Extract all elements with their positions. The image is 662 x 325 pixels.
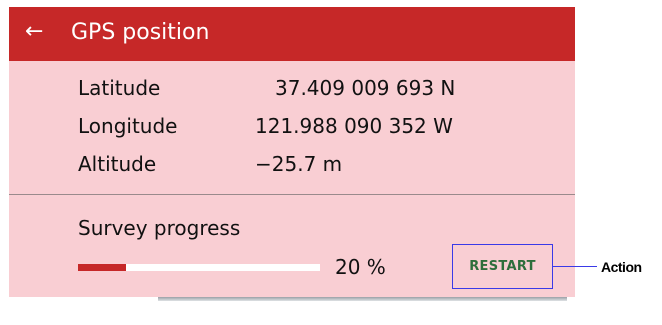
survey-progress-bar xyxy=(78,264,320,271)
altitude-row: Altitude −25.7 m xyxy=(9,149,575,179)
longitude-label: Longitude xyxy=(78,114,178,138)
survey-progress-percent: 20 % xyxy=(335,255,386,279)
app-header: ← GPS position xyxy=(9,7,575,61)
coordinates-section: Latitude 37.409 009 693 N Longitude 121.… xyxy=(9,61,575,195)
annotation-action-label: Action xyxy=(601,259,642,275)
altitude-label: Altitude xyxy=(78,152,157,176)
latitude-label: Latitude xyxy=(78,76,161,100)
annotation-leader-line xyxy=(553,266,597,267)
page-title: GPS position xyxy=(71,20,210,45)
survey-progress-label: Survey progress xyxy=(78,216,241,240)
altitude-value: −25.7 m xyxy=(255,152,343,176)
longitude-row: Longitude 121.988 090 352 W xyxy=(9,111,575,141)
section-divider xyxy=(9,194,575,195)
gps-position-panel: ← GPS position Latitude 37.409 009 693 N… xyxy=(9,7,575,297)
restart-button[interactable]: RESTART xyxy=(452,244,553,289)
latitude-value: 37.409 009 693 N xyxy=(275,76,456,100)
survey-progress-fill xyxy=(78,264,126,271)
back-arrow-icon[interactable]: ← xyxy=(25,18,47,46)
longitude-value: 121.988 090 352 W xyxy=(255,114,453,138)
panel-bottom-shadow xyxy=(158,297,567,301)
latitude-row: Latitude 37.409 009 693 N xyxy=(9,73,575,103)
